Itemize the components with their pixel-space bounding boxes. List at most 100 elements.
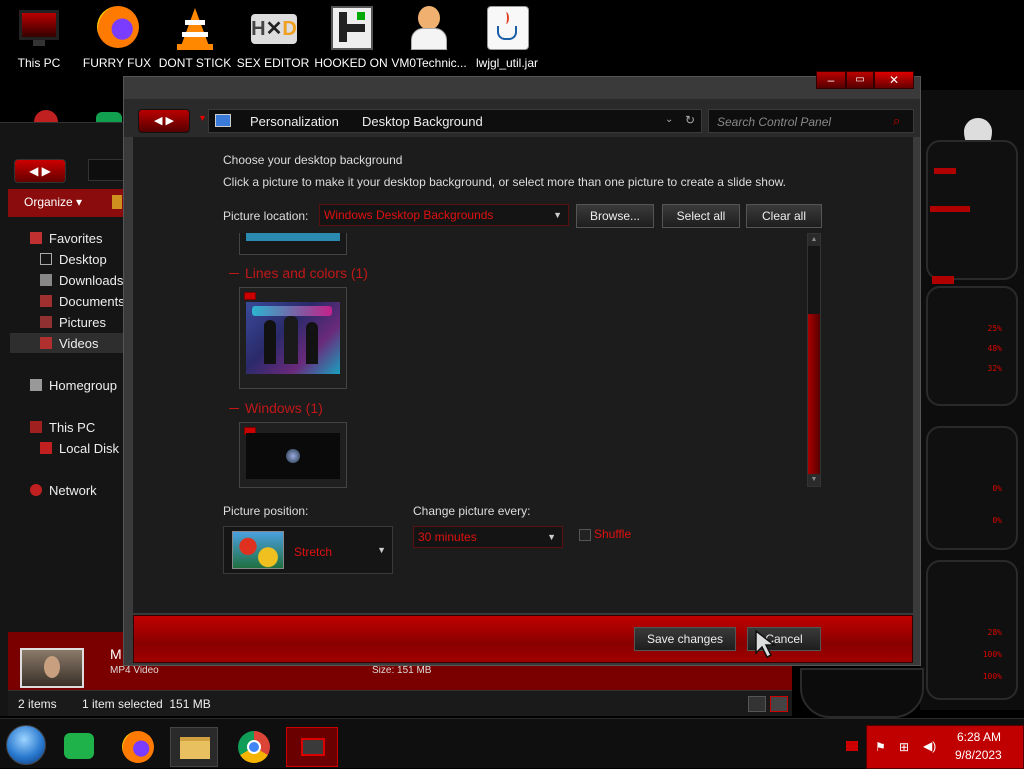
widget-percent: 100%	[982, 650, 1002, 659]
videos-icon	[40, 337, 52, 349]
nav-documents[interactable]: Documents	[40, 294, 125, 309]
organize-label: Organize	[24, 195, 73, 209]
nav-favorites[interactable]: Favorites	[30, 231, 102, 246]
folder-icon	[180, 737, 210, 759]
star-icon	[30, 232, 42, 244]
address-dropdown-icon[interactable]: ⌄	[665, 114, 673, 125]
close-button[interactable]: ✕	[874, 71, 914, 89]
control-panel-icon	[215, 114, 231, 127]
nav-label: Downloads	[59, 273, 124, 288]
desktop-icon-furry-fux[interactable]: FURRY FUX	[78, 4, 156, 70]
scroll-down-arrow-icon[interactable]: ▼	[808, 474, 820, 486]
large-icons-view-icon[interactable]	[770, 696, 788, 712]
network-icon	[30, 484, 42, 496]
desktop-icon-hooked-on[interactable]: HOOKED ON	[312, 4, 390, 70]
shuffle-checkbox[interactable]	[579, 529, 591, 541]
nav-desktop[interactable]: Desktop	[40, 252, 107, 267]
clock-time[interactable]: 6:28 AM	[957, 730, 1001, 744]
search-icon[interactable]: ⌕	[893, 113, 900, 129]
taskbar-control-panel-active[interactable]	[286, 727, 338, 767]
video-thumbnail	[20, 648, 84, 688]
maximize-button[interactable]: ▭	[846, 71, 874, 89]
vlc-cone-icon	[171, 4, 219, 52]
taskbar-messages-app[interactable]	[56, 727, 104, 767]
desktop-icon-dont-stick[interactable]: DONT STICK	[156, 4, 234, 70]
picture-position-select[interactable]: Stretch ▼	[223, 526, 393, 574]
action-center-flag-icon[interactable]: ⚑	[875, 740, 886, 754]
taskbar-file-explorer[interactable]	[170, 727, 218, 767]
desktop-icon-this-pc[interactable]: This PC	[0, 4, 78, 70]
desktop-icon-vm0technic[interactable]: VM0Technic...	[390, 4, 468, 70]
group-divider	[229, 408, 239, 409]
breadcrumb-desktop-background[interactable]: Desktop Background	[362, 114, 483, 129]
desktop-icon-label: SEX EDITOR	[236, 56, 310, 70]
detail-size: Size: 151 MB	[372, 665, 432, 676]
picture-tile-partial[interactable]	[239, 233, 347, 255]
desktop-icon-lwjgl[interactable]: lwjgl_util.jar	[468, 4, 546, 70]
firefox-icon	[93, 4, 141, 52]
nav-downloads[interactable]: Downloads	[40, 273, 123, 288]
detail-type: MP4 Video	[110, 665, 159, 676]
firefox-icon	[122, 731, 154, 763]
chrome-icon	[238, 731, 270, 763]
organize-button[interactable]: Organize ▾	[24, 195, 82, 209]
start-button[interactable]	[6, 725, 46, 765]
taskbar-chrome[interactable]	[230, 727, 278, 767]
picture-tile[interactable]	[239, 422, 347, 488]
nav-homegroup[interactable]: Homegroup	[30, 378, 117, 393]
nav-videos[interactable]: Videos	[40, 336, 99, 351]
nav-label: Local Disk	[59, 441, 119, 456]
picture-list: Lines and colors (1) Windows (1) ▲ ▼	[223, 233, 821, 491]
clock-date[interactable]: 9/8/2023	[955, 748, 1002, 762]
back-forward-button[interactable]: ◀ ▶	[138, 109, 190, 133]
picture-location-value: Windows Desktop Backgrounds	[324, 208, 494, 222]
toolbar-icon[interactable]	[112, 195, 122, 209]
taskbar-firefox[interactable]	[114, 727, 162, 767]
explorer-address-bar[interactable]	[88, 159, 124, 181]
person-face-icon	[44, 656, 60, 678]
checkbox[interactable]	[244, 292, 256, 300]
minimize-button[interactable]: –	[816, 71, 846, 89]
picture-location-select[interactable]: Windows Desktop Backgrounds ▼	[319, 204, 569, 226]
hxd-icon: H✕D	[249, 4, 297, 52]
page-heading: Choose your desktop background	[223, 153, 403, 167]
mr-beast-thumbnail	[246, 302, 340, 374]
select-all-button[interactable]: Select all	[662, 204, 740, 228]
show-hidden-icons-icon[interactable]	[846, 741, 858, 751]
picture-tile[interactable]	[239, 287, 347, 389]
scrollbar[interactable]: ▲ ▼	[807, 233, 821, 487]
explorer-back-button[interactable]: ◀ ▶	[14, 159, 66, 183]
search-box[interactable]: Search Control Panel ⌕	[708, 109, 914, 133]
chevron-down-icon: ▼	[377, 545, 386, 555]
pictures-icon	[40, 316, 52, 328]
refresh-icon[interactable]: ↻	[685, 113, 695, 127]
windows-thumbnail	[246, 433, 340, 479]
network-icon[interactable]: ⊞	[899, 740, 909, 754]
explorer-window: ◀ ▶ Organize ▾ Favorites Desktop Downloa…	[0, 122, 126, 716]
volume-icon[interactable]: ◀)	[923, 739, 936, 753]
instructions-text: Click a picture to make it your desktop …	[223, 175, 786, 189]
save-changes-button[interactable]: Save changes	[634, 627, 736, 651]
breadcrumb-personalization[interactable]: Personalization	[250, 114, 339, 129]
shuffle-label: Shuffle	[594, 527, 632, 541]
nav-local-disk[interactable]: Local Disk	[40, 441, 119, 456]
desktop-icon-label: HOOKED ON	[314, 56, 388, 70]
address-bar[interactable]: Personalization Desktop Background ⌄ ↻	[208, 109, 702, 133]
browse-button[interactable]: Browse...	[576, 204, 654, 228]
group-title-windows[interactable]: Windows (1)	[245, 400, 323, 416]
details-view-icon[interactable]	[748, 696, 766, 712]
nav-label: Documents	[59, 294, 125, 309]
search-input[interactable]: Search Control Panel	[717, 115, 831, 129]
scroll-up-arrow-icon[interactable]: ▲	[808, 234, 820, 246]
clear-all-button[interactable]: Clear all	[746, 204, 822, 228]
nav-network[interactable]: Network	[30, 483, 97, 498]
recent-pages-chevron-icon[interactable]: ▼	[198, 113, 207, 123]
nav-this-pc[interactable]: This PC	[30, 420, 95, 435]
widget-percent: 25%	[987, 324, 1002, 333]
change-every-select[interactable]: 30 minutes ▼	[413, 526, 563, 548]
mouse-cursor-icon	[755, 629, 777, 659]
desktop-icon-sex-editor[interactable]: H✕D SEX EDITOR	[234, 4, 312, 70]
nav-pictures[interactable]: Pictures	[40, 315, 106, 330]
group-title-lines-and-colors[interactable]: Lines and colors (1)	[245, 265, 368, 281]
scrollbar-thumb[interactable]	[808, 314, 820, 474]
